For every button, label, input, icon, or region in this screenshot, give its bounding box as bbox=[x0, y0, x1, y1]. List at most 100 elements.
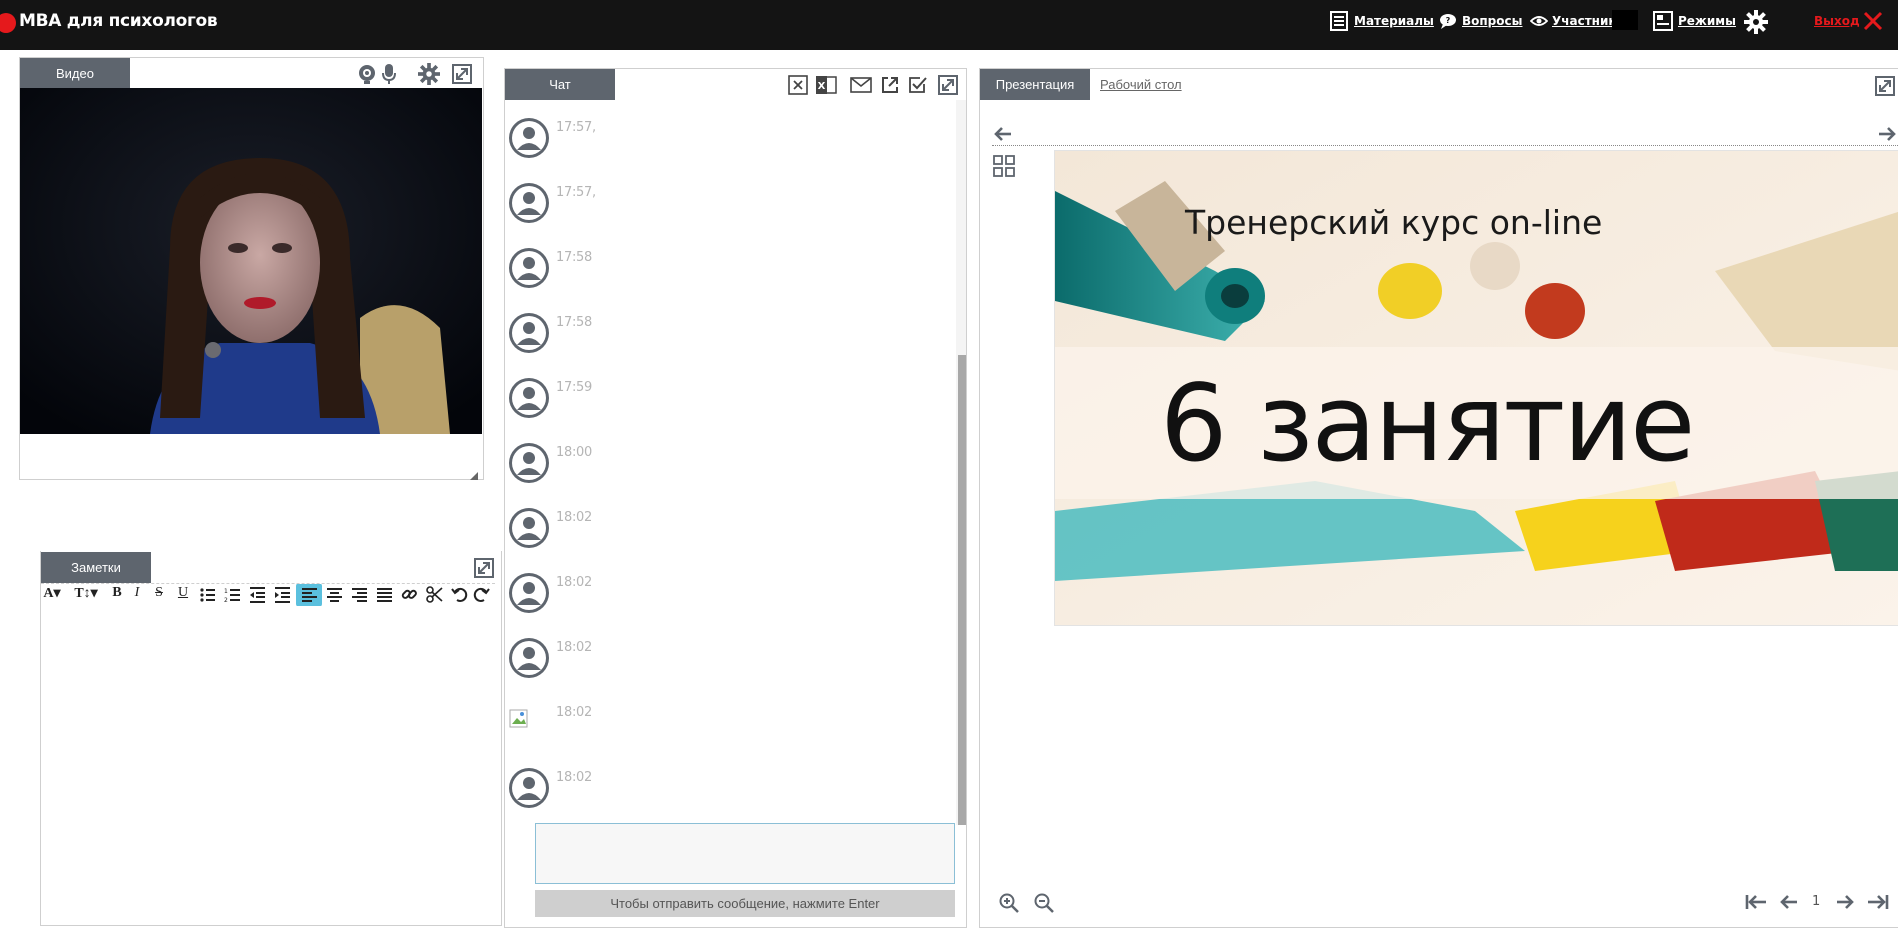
zoom-in-button[interactable] bbox=[998, 892, 1020, 914]
align-right-icon bbox=[352, 588, 367, 602]
message-time: 18:00 bbox=[556, 445, 592, 460]
italic-button[interactable]: I bbox=[128, 580, 146, 606]
tab-notes[interactable]: Заметки bbox=[41, 552, 151, 583]
underline-button[interactable]: U bbox=[174, 580, 192, 606]
modes-link[interactable]: Режимы bbox=[1652, 0, 1736, 42]
grid-icon bbox=[993, 155, 1015, 177]
presentation-expand-button[interactable] bbox=[1874, 75, 1896, 97]
camera-button[interactable] bbox=[356, 62, 378, 86]
svg-text:X: X bbox=[818, 81, 826, 92]
zoom-in-icon bbox=[999, 893, 1019, 913]
align-center-icon bbox=[327, 588, 342, 602]
questions-label: Вопросы bbox=[1462, 14, 1523, 28]
font-size-button[interactable]: T↕▾ bbox=[70, 580, 102, 606]
avatar bbox=[509, 638, 549, 678]
message-time: 17:58 bbox=[556, 315, 592, 330]
chat-scrollbar-thumb[interactable] bbox=[958, 355, 966, 825]
chat-email-button[interactable] bbox=[848, 73, 874, 97]
scissors-icon bbox=[426, 586, 443, 603]
slide-title: 6 занятие bbox=[1160, 362, 1695, 485]
microphone-icon bbox=[382, 64, 396, 84]
expand-icon bbox=[474, 558, 494, 578]
tab-desktop[interactable]: Рабочий стол bbox=[1100, 77, 1182, 92]
chat-check-button[interactable] bbox=[906, 73, 930, 97]
next-page-button[interactable] bbox=[1834, 892, 1856, 912]
first-page-icon bbox=[1745, 895, 1766, 909]
excel-icon: X bbox=[816, 76, 837, 94]
chat-message-input[interactable] bbox=[535, 823, 955, 884]
tab-chat[interactable]: Чат bbox=[505, 69, 615, 100]
list-item: 17:59 bbox=[506, 360, 946, 425]
chat-expand-button[interactable] bbox=[936, 73, 960, 97]
svg-text:?: ? bbox=[1446, 16, 1451, 25]
gear-icon bbox=[1744, 10, 1768, 34]
gear-icon bbox=[418, 63, 440, 85]
list-item: 17:57, bbox=[506, 100, 946, 165]
avatar bbox=[509, 313, 549, 353]
svg-text:1: 1 bbox=[224, 588, 228, 595]
chat-export-excel-button[interactable]: X bbox=[814, 73, 838, 97]
tab-presentation[interactable]: Презентация bbox=[980, 69, 1090, 100]
list-item: 18:00 bbox=[506, 425, 946, 490]
expand-icon bbox=[452, 64, 472, 84]
bullet-list-icon bbox=[200, 588, 215, 602]
slide-grid-button[interactable] bbox=[992, 154, 1016, 178]
materials-link[interactable]: Материалы bbox=[1328, 0, 1434, 42]
list-item: 18:02 bbox=[506, 620, 946, 685]
avatar bbox=[509, 378, 549, 418]
modes-icon bbox=[1653, 11, 1673, 31]
avatar bbox=[509, 768, 549, 808]
last-slide-button[interactable] bbox=[1866, 892, 1890, 912]
zoom-out-button[interactable] bbox=[1033, 892, 1055, 914]
zoom-out-icon bbox=[1034, 893, 1054, 913]
font-family-button[interactable]: A▾ bbox=[40, 580, 64, 606]
webcam-video-image bbox=[20, 88, 482, 434]
bold-button[interactable]: B bbox=[108, 580, 126, 606]
arrow-left-icon bbox=[1780, 895, 1797, 909]
avatar bbox=[509, 183, 549, 223]
slide-nav-divider bbox=[992, 145, 1898, 146]
message-time: 17:59 bbox=[556, 380, 592, 395]
next-slide-button[interactable] bbox=[1876, 124, 1898, 144]
modes-label: Режимы bbox=[1678, 14, 1736, 28]
page-number[interactable]: 1 bbox=[1812, 894, 1820, 909]
exit-link[interactable]: Выход bbox=[1814, 14, 1860, 28]
message-time: 18:02 bbox=[556, 640, 592, 655]
resize-handle-icon[interactable] bbox=[470, 467, 478, 485]
eye-icon bbox=[1530, 16, 1548, 26]
first-slide-button[interactable] bbox=[1744, 892, 1768, 912]
svg-text:2: 2 bbox=[224, 597, 228, 604]
indent-icon bbox=[275, 587, 290, 603]
video-settings-button[interactable] bbox=[416, 62, 442, 86]
strikethrough-button[interactable]: S bbox=[150, 580, 168, 606]
video-expand-button[interactable] bbox=[450, 62, 474, 86]
prev-page-button[interactable] bbox=[1778, 892, 1800, 912]
chat-clear-button[interactable] bbox=[786, 73, 810, 97]
message-time: 18:02 bbox=[556, 510, 592, 525]
list-item: 18:02 bbox=[506, 490, 946, 555]
mail-icon bbox=[850, 77, 872, 93]
microphone-button[interactable] bbox=[379, 62, 399, 86]
list-item: 18:02 bbox=[506, 750, 946, 815]
participants-link[interactable]: Участники bbox=[1530, 0, 1625, 42]
tab-video[interactable]: Видео bbox=[20, 58, 130, 89]
message-time: 18:02 bbox=[556, 575, 592, 590]
presentation-slide: Тренерский курс on-line 6 занятие bbox=[1054, 150, 1898, 626]
exit-button[interactable] bbox=[1862, 10, 1884, 37]
arrow-left-icon bbox=[994, 127, 1011, 141]
participants-count-badge bbox=[1612, 10, 1638, 30]
webcam-video bbox=[20, 88, 482, 434]
undo-icon bbox=[451, 587, 468, 602]
redo-icon bbox=[473, 587, 490, 602]
notes-expand-button[interactable] bbox=[472, 556, 496, 580]
questions-link[interactable]: ? Вопросы bbox=[1438, 0, 1522, 42]
previous-slide-button[interactable] bbox=[992, 124, 1014, 144]
chat-popout-button[interactable] bbox=[878, 73, 902, 97]
list-item: 17:57, bbox=[506, 165, 946, 230]
align-justify-icon bbox=[377, 588, 392, 602]
send-hint[interactable]: Чтобы отправить сообщение, нажмите Enter bbox=[535, 890, 955, 917]
list-item: 18:02 bbox=[506, 555, 946, 620]
arrow-right-icon bbox=[1837, 895, 1854, 909]
settings-button[interactable] bbox=[1742, 8, 1770, 36]
outdent-icon bbox=[250, 587, 265, 603]
